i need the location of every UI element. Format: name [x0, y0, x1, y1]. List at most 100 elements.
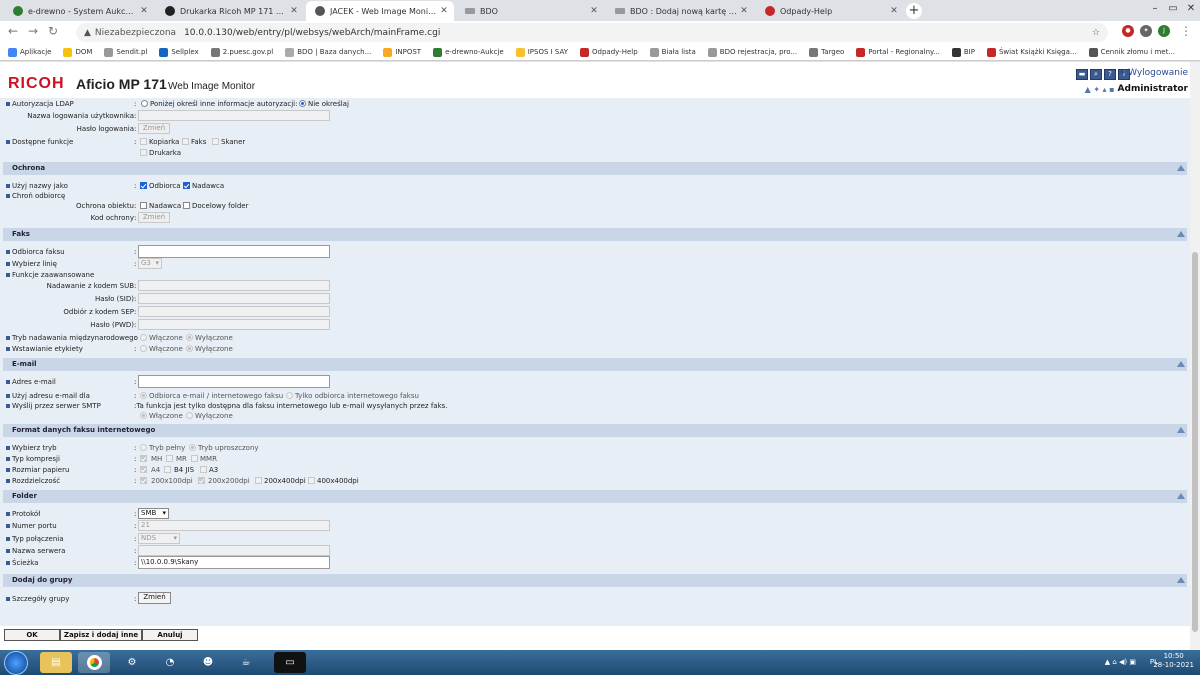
bookmark-item[interactable]: 2.puesc.gov.pl — [210, 47, 273, 57]
collapse-icon[interactable] — [1177, 361, 1185, 367]
smtp-off-radio[interactable] — [186, 412, 193, 419]
collapse-icon[interactable] — [1177, 577, 1185, 583]
profile-avatar[interactable]: J — [1158, 25, 1170, 37]
bookmark-item[interactable]: BDO rejestracja, pro... — [707, 47, 797, 57]
bookmark-item[interactable]: Odpady-Help — [580, 47, 638, 57]
close-icon[interactable]: ✕ — [288, 6, 300, 16]
res-200x100-checkbox[interactable] — [140, 477, 147, 484]
collapse-icon[interactable] — [1177, 493, 1185, 499]
change-code-button[interactable]: Zmień — [138, 212, 170, 223]
path-input[interactable]: \\10.0.0.9\Skany — [138, 556, 330, 569]
new-tab-button[interactable]: + — [906, 3, 922, 19]
printer-checkbox[interactable] — [140, 149, 147, 156]
ldap-specify-radio[interactable] — [141, 100, 148, 107]
bookmark-item[interactable]: Sellplex — [159, 47, 199, 57]
sub-code-input[interactable] — [138, 280, 330, 291]
bookmark-item[interactable]: Portal - Regionalny... — [856, 47, 940, 57]
b4-checkbox[interactable] — [164, 466, 171, 473]
tab-drukarka[interactable]: Drukarka Ricoh MP 171 SPF - nie ✕ — [156, 1, 304, 21]
login-name-input[interactable] — [138, 110, 330, 121]
mmr-checkbox[interactable] — [191, 455, 198, 462]
use-ifax-only-radio[interactable] — [286, 392, 293, 399]
bookmark-item[interactable]: BDO | Baza danych... — [285, 47, 371, 57]
forward-icon[interactable]: → — [28, 24, 38, 38]
simple-mode-radio[interactable] — [189, 444, 196, 451]
messenger-icon[interactable]: ◔ — [154, 652, 186, 673]
extension-icon[interactable]: ● — [1122, 25, 1134, 37]
scanner-checkbox[interactable] — [212, 138, 219, 145]
use-as-sender-checkbox[interactable] — [183, 182, 190, 189]
url-text[interactable]: 10.0.0.130/web/entry/pl/websys/webArch/m… — [184, 28, 440, 38]
bookmark-item[interactable]: Sendit.pl — [104, 47, 147, 57]
bookmark-item[interactable]: Świat Książki Księga... — [986, 47, 1077, 57]
bookmark-star-icon[interactable]: ☆ — [1092, 28, 1100, 38]
email-input[interactable] — [138, 375, 330, 388]
java-icon[interactable]: ☕ — [230, 652, 262, 673]
bookmark-item[interactable]: Biała lista — [649, 47, 696, 57]
bookmark-item[interactable]: e-drewno-Aukcje — [433, 47, 504, 57]
intl-off-radio[interactable] — [186, 334, 193, 341]
bookmark-item[interactable]: INPOST — [383, 47, 421, 57]
close-icon[interactable]: ✕ — [438, 6, 450, 16]
network-icon[interactable]: ⚙ — [116, 652, 148, 673]
close-icon[interactable]: ✕ — [888, 6, 900, 16]
change-group-button[interactable]: Zmień — [138, 592, 171, 604]
connection-type-select[interactable]: NDS — [138, 533, 180, 544]
a3-checkbox[interactable] — [200, 466, 207, 473]
tab-bdo-karta[interactable]: BDO : Dodaj nową kartę ewidenc ✕ — [606, 1, 754, 21]
close-icon[interactable]: ✕ — [138, 6, 150, 16]
back-icon[interactable]: ← — [8, 24, 18, 38]
search-icon[interactable]: ⌕ — [1090, 69, 1102, 80]
full-mode-radio[interactable] — [140, 444, 147, 451]
use-as-recipient-checkbox[interactable] — [140, 182, 147, 189]
copier-checkbox[interactable] — [140, 138, 147, 145]
bookmark-item[interactable]: Cennik złomu i met... — [1088, 47, 1175, 57]
label-off-radio[interactable] — [186, 345, 193, 352]
clock[interactable]: 10:50 28-10-2021 — [1153, 652, 1194, 670]
bookmark-item[interactable]: IPSOS I SAY — [515, 47, 568, 57]
sep-code-input[interactable] — [138, 306, 330, 317]
bookmark-item[interactable]: DOM — [63, 47, 92, 57]
scrollbar-thumb[interactable] — [1192, 252, 1198, 632]
explorer-icon[interactable]: ▤ — [40, 652, 72, 673]
logout-link[interactable]: ➜ Wylogowanie — [1118, 68, 1188, 78]
maximize-icon[interactable]: ▭ — [1164, 0, 1182, 18]
sid-input[interactable] — [138, 293, 330, 304]
fax-checkbox[interactable] — [182, 138, 189, 145]
bookmark-item[interactable]: Aplikacje — [8, 47, 51, 57]
intl-on-radio[interactable] — [140, 334, 147, 341]
bookmark-item[interactable]: Targeo — [809, 47, 844, 57]
start-button[interactable] — [4, 651, 28, 675]
tab-bdo[interactable]: BDO ✕ — [456, 1, 604, 21]
terminal-icon[interactable]: ▭ — [274, 652, 306, 673]
protect-sender-checkbox[interactable] — [140, 202, 147, 209]
tab-e-drewno[interactable]: e-drewno - System Aukcyjny LP ✕ — [4, 1, 154, 21]
ok-button[interactable]: OK — [4, 629, 60, 641]
port-input[interactable]: 21 — [138, 520, 330, 531]
mr-checkbox[interactable] — [166, 455, 173, 462]
puzzle-icon[interactable]: ✦ — [1140, 25, 1152, 37]
server-name-input[interactable] — [138, 545, 330, 556]
tab-odpady-help[interactable]: Odpady-Help ✕ — [756, 1, 904, 21]
protect-folder-checkbox[interactable] — [183, 202, 190, 209]
url-bar[interactable]: ▲ Niezabezpieczona 10.0.0.130/web/entry/… — [76, 23, 1108, 42]
home-icon[interactable]: ▬ — [1076, 69, 1088, 80]
a4-checkbox[interactable] — [140, 466, 147, 473]
insecure-label[interactable]: Niezabezpieczona — [95, 28, 176, 38]
tab-web-image-monitor[interactable]: JACEK - Web Image Monitor ✕ — [306, 1, 454, 21]
protocol-select[interactable]: SMB — [138, 508, 169, 519]
collapse-icon[interactable] — [1177, 231, 1185, 237]
close-icon[interactable]: ✕ — [738, 6, 750, 16]
line-select[interactable]: G3 — [138, 258, 162, 269]
label-on-radio[interactable] — [140, 345, 147, 352]
reload-icon[interactable]: ↻ — [48, 24, 58, 38]
ldap-none-radio[interactable] — [299, 100, 306, 107]
fax-number-input[interactable] — [138, 245, 330, 258]
change-password-button[interactable]: Zmień — [138, 123, 170, 134]
bookmark-item[interactable]: BIP — [951, 47, 975, 57]
minimize-icon[interactable]: – — [1146, 0, 1164, 18]
res-200x400-checkbox[interactable] — [255, 477, 262, 484]
smtp-on-radio[interactable] — [140, 412, 147, 419]
res-200x200-checkbox[interactable] — [198, 477, 205, 484]
chrome-icon[interactable] — [78, 652, 110, 673]
